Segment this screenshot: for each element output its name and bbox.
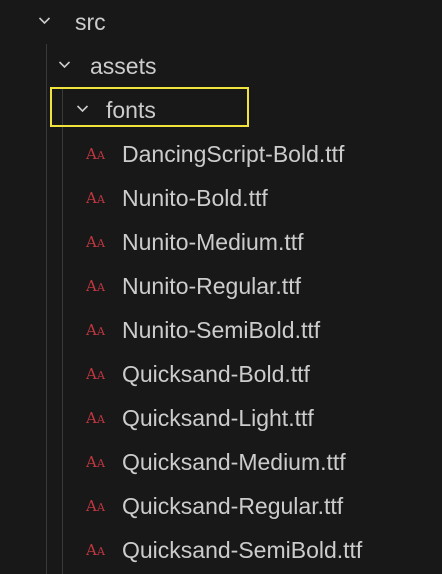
svg-text:A: A	[86, 541, 97, 559]
font-file-icon: AA	[86, 188, 112, 208]
tree-row-file[interactable]: AA Quicksand-Light.ttf	[0, 396, 442, 440]
file-label: Nunito-Bold.ttf	[122, 185, 268, 211]
chevron-down-icon	[39, 15, 50, 26]
svg-text:A: A	[96, 149, 106, 162]
svg-text:A: A	[86, 453, 97, 471]
svg-text:A: A	[96, 545, 106, 558]
file-explorer-tree: src assets fonts AA DancingScript-Bold.t…	[0, 0, 442, 574]
tree-row-file[interactable]: AA Quicksand-SemiBold.ttf	[0, 528, 442, 572]
file-label: Quicksand-Light.ttf	[122, 405, 314, 431]
svg-text:A: A	[96, 457, 106, 470]
svg-text:A: A	[96, 325, 106, 338]
chevron-down-icon	[59, 59, 70, 70]
tree-row-assets-folder[interactable]: assets	[0, 44, 442, 88]
svg-text:A: A	[86, 497, 97, 515]
folder-label-assets: assets	[90, 53, 157, 79]
svg-text:A: A	[86, 365, 97, 383]
font-file-icon: AA	[86, 276, 112, 296]
svg-text:A: A	[96, 369, 106, 382]
file-label: Quicksand-Regular.ttf	[122, 493, 344, 519]
file-label: Quicksand-Medium.ttf	[122, 449, 346, 475]
tree-row-src-folder[interactable]: src	[0, 0, 442, 44]
file-label: Quicksand-Bold.ttf	[122, 361, 310, 387]
svg-text:A: A	[96, 281, 106, 294]
svg-text:A: A	[86, 277, 97, 295]
svg-text:A: A	[96, 413, 106, 426]
font-file-icon: AA	[86, 540, 112, 560]
tree-row-file[interactable]: AA Quicksand-Bold.ttf	[0, 352, 442, 396]
file-label: Quicksand-SemiBold.ttf	[122, 537, 363, 563]
highlight-box	[50, 87, 249, 127]
font-file-icon: AA	[86, 408, 112, 428]
svg-text:A: A	[86, 145, 97, 163]
file-label: DancingScript-Bold.ttf	[122, 141, 345, 167]
folder-label-src: src	[75, 9, 106, 35]
file-label: Nunito-Medium.ttf	[122, 229, 304, 255]
tree-row-file[interactable]: AA DancingScript-Bold.ttf	[0, 132, 442, 176]
svg-text:A: A	[96, 193, 106, 206]
font-file-icon: AA	[86, 452, 112, 472]
file-label: Nunito-SemiBold.ttf	[122, 317, 321, 343]
svg-text:A: A	[86, 233, 97, 251]
svg-text:A: A	[96, 501, 106, 514]
tree-row-file[interactable]: AA Nunito-Bold.ttf	[0, 176, 442, 220]
tree-row-file[interactable]: AA Quicksand-Medium.ttf	[0, 440, 442, 484]
tree-row-file[interactable]: AA Nunito-SemiBold.ttf	[0, 308, 442, 352]
tree-row-file[interactable]: AA Nunito-Regular.ttf	[0, 264, 442, 308]
tree-row-file[interactable]: AA Quicksand-Regular.ttf	[0, 484, 442, 528]
font-file-icon: AA	[86, 320, 112, 340]
svg-text:A: A	[96, 237, 106, 250]
font-file-icon: AA	[86, 496, 112, 516]
svg-text:A: A	[86, 321, 97, 339]
svg-text:A: A	[86, 189, 97, 207]
svg-text:A: A	[86, 409, 97, 427]
file-label: Nunito-Regular.ttf	[122, 273, 301, 299]
tree-row-file[interactable]: AA Nunito-Medium.ttf	[0, 220, 442, 264]
font-file-icon: AA	[86, 144, 112, 164]
font-file-icon: AA	[86, 364, 112, 384]
font-file-icon: AA	[86, 232, 112, 252]
